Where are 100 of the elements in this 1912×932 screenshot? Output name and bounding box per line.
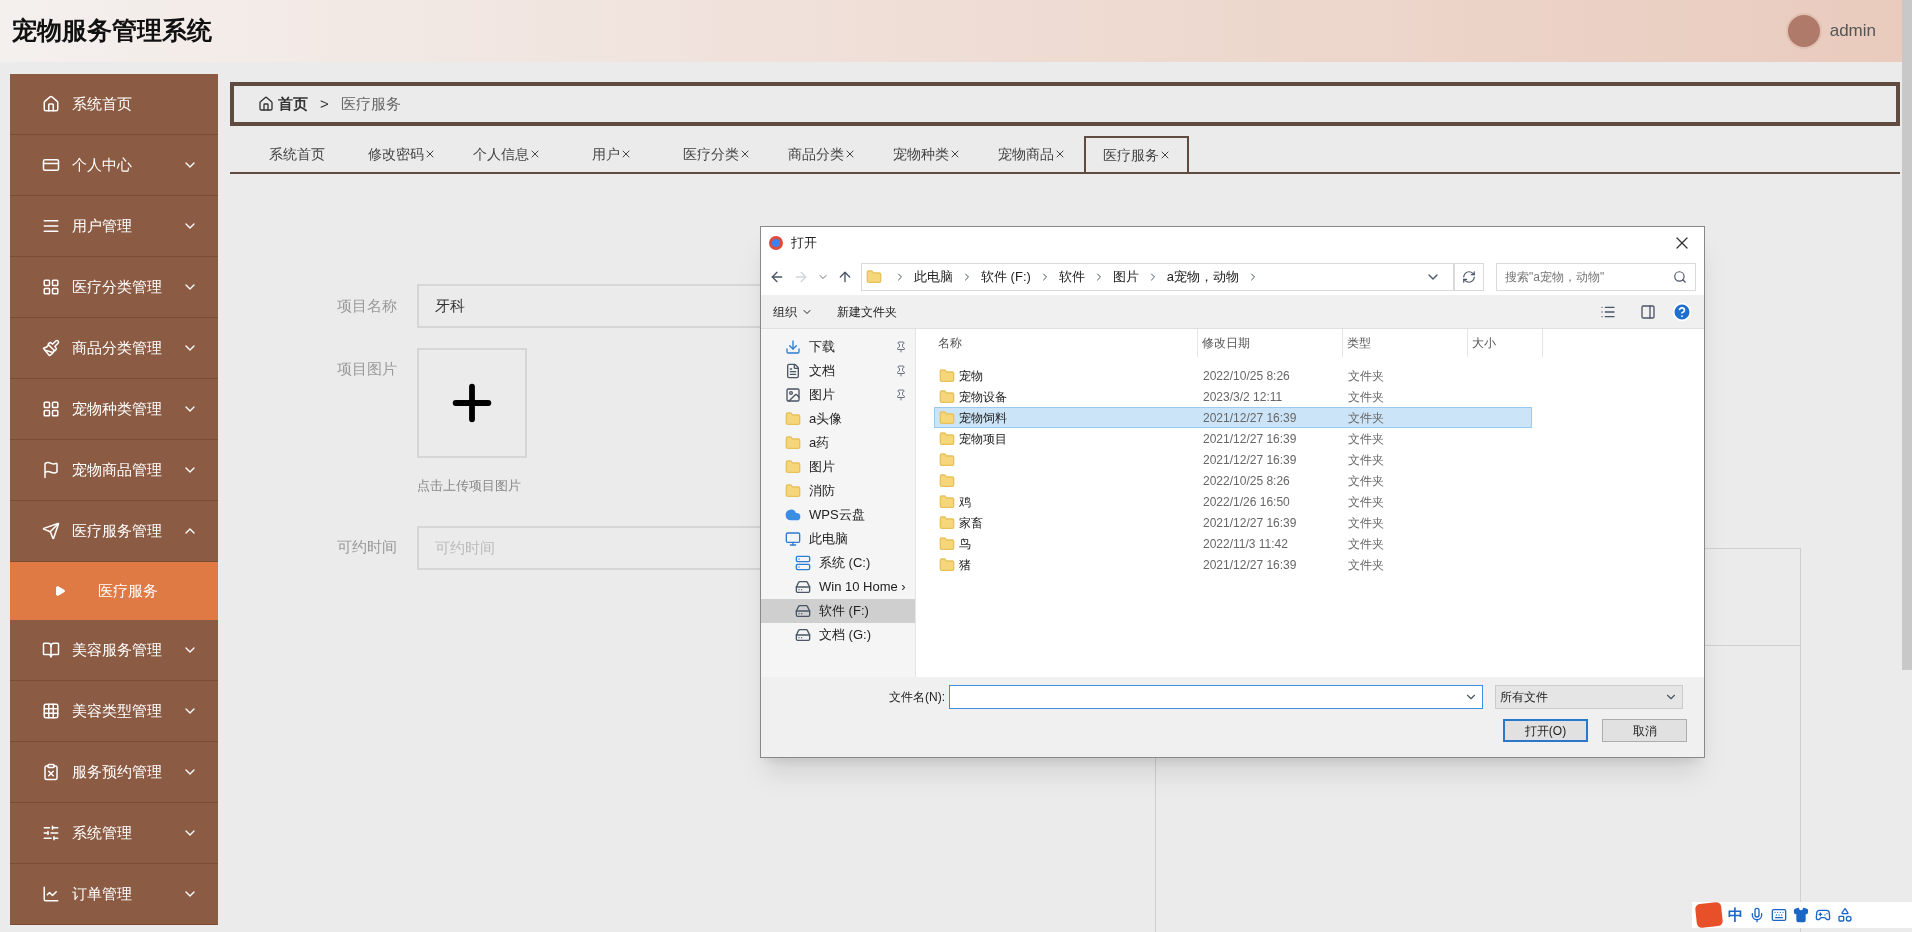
- keyboard-icon[interactable]: [1771, 907, 1787, 923]
- sidebar-item[interactable]: 系统首页: [10, 74, 218, 135]
- path-segment[interactable]: 此电脑: [914, 267, 953, 287]
- search-icon: [1673, 270, 1687, 284]
- organize-menu[interactable]: 组织: [773, 302, 813, 321]
- nav-item[interactable]: Win 10 Home ›: [761, 575, 915, 599]
- tab[interactable]: 医疗服务: [1084, 136, 1189, 172]
- open-button[interactable]: 打开(O): [1503, 719, 1588, 742]
- file-row[interactable]: 宠物饲料 2021/12/27 16:39 文件夹: [934, 407, 1532, 428]
- mic-icon[interactable]: [1749, 907, 1765, 923]
- tab[interactable]: 宠物商品: [979, 136, 1084, 172]
- paper-plane-icon: [42, 522, 60, 540]
- sidebar-item[interactable]: 宠物种类管理: [10, 379, 218, 440]
- sidebar-item[interactable]: 医疗分类管理: [10, 257, 218, 318]
- file-row[interactable]: 2022/10/25 8:26 文件夹: [934, 470, 1532, 491]
- column-header[interactable]: 修改日期: [1198, 329, 1343, 357]
- tab[interactable]: 系统首页: [244, 136, 349, 172]
- home-icon: [258, 96, 274, 112]
- tab[interactable]: 修改密码: [349, 136, 454, 172]
- file-type: 文件夹: [1347, 451, 1385, 469]
- sidebar-item[interactable]: 宠物商品管理: [10, 440, 218, 501]
- clipboard-icon: [42, 763, 60, 781]
- refresh-button[interactable]: [1454, 263, 1484, 291]
- preview-pane-icon[interactable]: [1640, 303, 1656, 320]
- sidebar-item[interactable]: 个人中心: [10, 135, 218, 196]
- sidebar-item[interactable]: 美容类型管理: [10, 681, 218, 742]
- drive-icon: [795, 579, 811, 595]
- nav-item[interactable]: a头像: [761, 407, 915, 431]
- tab[interactable]: 宠物种类: [874, 136, 979, 172]
- tab[interactable]: 商品分类: [769, 136, 874, 172]
- sidebar-item[interactable]: 用户管理: [10, 196, 218, 257]
- path-segment[interactable]: 软件: [1058, 267, 1085, 287]
- new-folder-button[interactable]: 新建文件夹: [837, 302, 897, 321]
- triangle-icon: [54, 585, 66, 597]
- column-header[interactable]: 名称: [934, 329, 1198, 357]
- tab[interactable]: 医疗分类: [664, 136, 769, 172]
- nav-item[interactable]: a药: [761, 431, 915, 455]
- folder-icon: [939, 367, 955, 384]
- folder-icon: [939, 493, 955, 510]
- field-label: 项目图片: [337, 359, 398, 379]
- shirt-icon[interactable]: [1793, 907, 1809, 923]
- scrollbar[interactable]: [1902, 0, 1912, 670]
- sidebar-item[interactable]: 医疗服务管理: [10, 501, 218, 562]
- file-row[interactable]: 鸡 2022/1/26 16:50 文件夹: [934, 491, 1532, 512]
- brush-icon: [42, 339, 60, 357]
- file-row[interactable]: 猪 2021/12/27 16:39 文件夹: [934, 554, 1532, 575]
- folder-icon: [785, 483, 801, 499]
- nav-item[interactable]: 文档 (G:): [761, 623, 915, 647]
- filename-input[interactable]: [949, 685, 1483, 709]
- nav-item[interactable]: 下载: [761, 335, 915, 359]
- sidebar-item[interactable]: 订单管理: [10, 864, 218, 925]
- nav-item[interactable]: 图片: [761, 455, 915, 479]
- refresh-icon: [1462, 270, 1476, 284]
- path-segment[interactable]: 图片: [1112, 267, 1139, 287]
- file-row[interactable]: 宠物 2022/10/25 8:26 文件夹: [934, 365, 1532, 386]
- folder-icon: [785, 459, 801, 475]
- file-type: 文件夹: [1347, 556, 1385, 574]
- tab[interactable]: 个人信息: [454, 136, 559, 172]
- breadcrumb-home[interactable]: 首页: [278, 92, 308, 116]
- file-date: 2022/10/25 8:26: [1202, 472, 1291, 490]
- apps-icon[interactable]: [1837, 907, 1853, 923]
- sidebar-item[interactable]: 商品分类管理: [10, 318, 218, 379]
- folder-icon: [939, 409, 955, 426]
- back-icon[interactable]: [769, 269, 785, 285]
- file-date: 2022/10/25 8:26: [1202, 367, 1291, 385]
- file-row[interactable]: 家畜 2021/12/27 16:39 文件夹: [934, 512, 1532, 533]
- nav-item[interactable]: WPS云盘: [761, 503, 915, 527]
- input-mode[interactable]: 中: [1728, 903, 1743, 927]
- sidebar-item[interactable]: 服务预约管理: [10, 742, 218, 803]
- file-date: 2021/12/27 16:39: [1202, 430, 1298, 448]
- help-icon[interactable]: [1672, 301, 1692, 322]
- avatar: [1785, 13, 1822, 49]
- column-header[interactable]: 类型: [1343, 329, 1468, 357]
- search-field[interactable]: 搜索"a宠物，动物": [1496, 263, 1696, 291]
- tab[interactable]: 用户: [559, 136, 664, 172]
- file-row[interactable]: 宠物设备 2023/3/2 12:11 文件夹: [934, 386, 1532, 407]
- nav-item[interactable]: 图片: [761, 383, 915, 407]
- nav-item[interactable]: 软件 (F:): [761, 599, 915, 623]
- image-upload-box[interactable]: [417, 348, 527, 458]
- file-row[interactable]: 鸟 2022/11/3 11:42 文件夹: [934, 533, 1532, 554]
- sidebar-item[interactable]: 系统管理: [10, 803, 218, 864]
- file-row[interactable]: 2021/12/27 16:39 文件夹: [934, 449, 1532, 470]
- file-row[interactable]: 宠物项目 2021/12/27 16:39 文件夹: [934, 428, 1532, 449]
- file-type: 文件夹: [1347, 472, 1385, 490]
- path-segment[interactable]: 软件 (F:): [981, 267, 1031, 287]
- user-name[interactable]: admin: [1829, 18, 1876, 44]
- path-segment[interactable]: a宠物，动物: [1166, 267, 1240, 287]
- folder-icon: [785, 411, 801, 427]
- list-icon: [42, 217, 60, 235]
- up-icon[interactable]: [837, 269, 853, 285]
- chart-icon: [42, 885, 60, 903]
- sidebar-item[interactable]: 美容服务管理: [10, 620, 218, 681]
- nav-item[interactable]: 消防: [761, 479, 915, 503]
- address-bar[interactable]: 此电脑 软件 (F:) 软件 图片 a宠物，动物: [861, 263, 1454, 291]
- file-type-select[interactable]: 所有文件: [1495, 685, 1683, 709]
- nav-item[interactable]: 文档: [761, 359, 915, 383]
- cancel-button[interactable]: 取消: [1602, 719, 1687, 742]
- column-header[interactable]: 大小: [1468, 329, 1543, 357]
- computer-icon: [785, 531, 801, 547]
- gamepad-icon[interactable]: [1815, 907, 1831, 923]
